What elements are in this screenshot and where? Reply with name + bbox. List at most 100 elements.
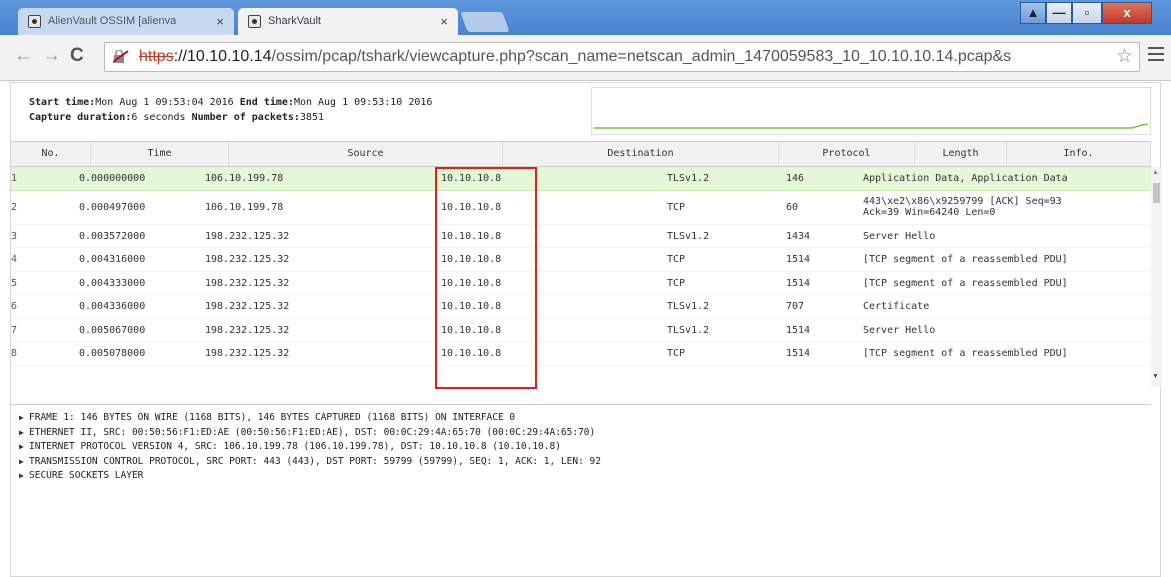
- tree-node-tcp[interactable]: ▶ TRANSMISSION CONTROL PROTOCOL, SRC PORT…: [19, 455, 1151, 470]
- tree-node-ssl[interactable]: ▶ SECURE SOCKETS LAYER: [19, 469, 1151, 484]
- cell-length: 1514: [786, 348, 811, 359]
- cell-time: 0.003572000: [79, 230, 146, 242]
- tab-title: AlienVault OSSIM [alienva: [48, 15, 177, 27]
- cell-length: 146: [786, 173, 805, 184]
- back-arrow-icon[interactable]: ←: [14, 45, 33, 67]
- reload-icon[interactable]: C: [70, 45, 84, 67]
- end-time-label: End time:: [239, 97, 294, 108]
- tree-node-frame[interactable]: ▶ FRAME 1: 146 BYTES ON WIRE (1168 BITS),…: [19, 411, 1151, 426]
- scroll-down-icon[interactable]: ▼: [1152, 373, 1159, 380]
- tree-node-ethernet[interactable]: ▶ ETHERNET II, SRC: 00:50:56:F1:ED:AE (00…: [19, 426, 1151, 441]
- tree-node-label: ETHERNET II, SRC: 00:50:56:F1:ED:AE (00:…: [29, 426, 596, 438]
- cell-protocol: TCP: [667, 348, 686, 359]
- window-user-button[interactable]: ▲: [1020, 2, 1046, 24]
- packet-count-label: Number of packets:: [191, 112, 300, 123]
- cell-source: 198.232.125.32: [205, 254, 290, 265]
- window-maximize-button[interactable]: ▫: [1072, 2, 1102, 24]
- url-scheme: https: [139, 48, 174, 65]
- cell-no: 4: [11, 254, 18, 265]
- forward-arrow-icon[interactable]: →: [42, 45, 61, 67]
- packet-list-header: No. Time Source Destination Protocol Len…: [11, 141, 1151, 167]
- cell-no: 8: [11, 348, 18, 359]
- table-row[interactable]: 3 0.003572000 198.232.125.32 10.10.10.8 …: [11, 225, 1151, 248]
- close-icon[interactable]: ×: [440, 8, 448, 35]
- cell-source: 106.10.199.78: [205, 173, 284, 184]
- column-header-destination[interactable]: Destination: [503, 142, 779, 166]
- table-row[interactable]: 5 0.004333000 198.232.125.32 10.10.10.8 …: [11, 272, 1151, 295]
- cell-time: 0.004316000: [79, 254, 146, 265]
- cell-protocol: TLSv1.2: [667, 230, 710, 242]
- table-row[interactable]: 1 0.000000000 106.10.199.78 10.10.10.8 T…: [11, 167, 1151, 191]
- column-header-protocol[interactable]: Protocol: [779, 142, 915, 166]
- sharkvault-page: Start time:Mon Aug 1 09:53:04 2016 End t…: [10, 82, 1162, 577]
- expand-arrow-icon[interactable]: ▶: [19, 469, 29, 484]
- column-header-source[interactable]: Source: [229, 142, 503, 166]
- browser-titlebar: AlienVault OSSIM [alienva × SharkVault ×…: [0, 0, 1171, 35]
- cell-destination: 10.10.10.8: [441, 324, 502, 336]
- expand-arrow-icon[interactable]: ▶: [19, 455, 29, 470]
- cell-info: 443\xe2\x86\x9259799 [ACK] Seq=93 Ack=39…: [863, 191, 1139, 224]
- expand-arrow-icon[interactable]: ▶: [19, 426, 29, 441]
- cell-destination: 10.10.10.8: [441, 277, 502, 289]
- url-host: ://10.10.10.14: [173, 48, 272, 65]
- tab-title: SharkVault: [268, 15, 321, 27]
- column-header-time[interactable]: Time: [91, 142, 229, 166]
- tree-node-label: TRANSMISSION CONTROL PROTOCOL, SRC PORT:…: [29, 455, 601, 467]
- cell-protocol: TCP: [667, 277, 686, 289]
- table-row[interactable]: 7 0.005067000 198.232.125.32 10.10.10.8 …: [11, 319, 1151, 342]
- tree-node-label: FRAME 1: 146 BYTES ON WIRE (1168 BITS), …: [29, 412, 516, 423]
- sparkline-graph: [594, 123, 1149, 129]
- cell-length: 1514: [786, 324, 811, 336]
- table-row[interactable]: 6 0.004336000 198.232.125.32 10.10.10.8 …: [11, 295, 1151, 319]
- capture-summary: Start time:Mon Aug 1 09:53:04 2016 End t…: [29, 95, 432, 125]
- insecure-lock-icon: [113, 50, 129, 63]
- cell-protocol: TLSv1.2: [667, 173, 710, 184]
- packet-list-scrollbar[interactable]: ▲ ▼: [1151, 167, 1162, 387]
- cell-protocol: TLSv1.2: [667, 301, 710, 312]
- cell-source: 198.232.125.32: [205, 348, 290, 359]
- column-header-no[interactable]: No.: [11, 142, 91, 166]
- window-close-button[interactable]: x: [1102, 2, 1152, 24]
- start-time-label: Start time:: [29, 97, 96, 108]
- table-row[interactable]: 8 0.005078000 198.232.125.32 10.10.10.8 …: [11, 342, 1151, 366]
- cell-source: 198.232.125.32: [205, 230, 290, 242]
- cell-source: 198.232.125.32: [205, 277, 290, 289]
- cell-time: 0.000497000: [79, 201, 146, 213]
- tab-alienvault[interactable]: AlienVault OSSIM [alienva ×: [18, 8, 234, 35]
- packet-details-tree: ▶ FRAME 1: 146 BYTES ON WIRE (1168 BITS),…: [11, 404, 1151, 496]
- cell-source: 198.232.125.32: [205, 301, 290, 312]
- scroll-up-icon[interactable]: ▲: [1152, 169, 1159, 176]
- cell-protocol: TCP: [667, 201, 686, 213]
- cell-info-line1: 443\xe2\x86\x9259799 [ACK] Seq=93: [863, 195, 1062, 207]
- cell-info-line2: Ack=39 Win=64240 Len=0: [863, 206, 996, 218]
- address-bar[interactable]: https://10.10.10.14/ossim/pcap/tshark/vi…: [104, 42, 1140, 72]
- table-row[interactable]: 2 0.000497000 106.10.199.78 10.10.10.8 T…: [11, 191, 1151, 225]
- expand-arrow-icon[interactable]: ▶: [19, 440, 29, 455]
- menu-hamburger-icon[interactable]: [1148, 47, 1164, 61]
- tree-node-ipv4[interactable]: ▶ INTERNET PROTOCOL VERSION 4, SRC: 106.1…: [19, 440, 1151, 455]
- duration-value: 6 seconds: [131, 112, 186, 123]
- cell-source: 198.232.125.32: [205, 324, 290, 336]
- cell-destination: 10.10.10.8: [441, 254, 502, 265]
- new-tab-button[interactable]: [460, 12, 510, 32]
- tree-node-label: INTERNET PROTOCOL VERSION 4, SRC: 106.10…: [29, 441, 561, 453]
- table-row[interactable]: 4 0.004316000 198.232.125.32 10.10.10.8 …: [11, 248, 1151, 272]
- column-header-info[interactable]: Info.: [1007, 142, 1151, 166]
- window-minimize-button[interactable]: —: [1046, 2, 1072, 24]
- scroll-thumb[interactable]: [1153, 183, 1160, 203]
- expand-arrow-icon[interactable]: ▶: [19, 411, 29, 426]
- tab-sharkvault[interactable]: SharkVault ×: [238, 8, 458, 35]
- cell-length: 707: [786, 301, 805, 312]
- cell-no: 5: [11, 277, 18, 289]
- cell-protocol: TLSv1.2: [667, 324, 710, 336]
- column-header-length[interactable]: Length: [915, 142, 1007, 166]
- bookmark-star-icon[interactable]: ☆: [1113, 43, 1133, 71]
- cell-info: [TCP segment of a reassembled PDU]: [863, 277, 1068, 289]
- cell-no: 1: [11, 173, 18, 184]
- cell-info: Certificate: [863, 301, 930, 312]
- cell-info: [TCP segment of a reassembled PDU]: [863, 254, 1068, 265]
- packet-count-value: 3851: [299, 112, 325, 123]
- cell-no: 6: [11, 301, 18, 312]
- close-icon[interactable]: ×: [216, 8, 224, 35]
- url-path: /ossim/pcap/tshark/viewcapture.php?scan_…: [271, 48, 1012, 65]
